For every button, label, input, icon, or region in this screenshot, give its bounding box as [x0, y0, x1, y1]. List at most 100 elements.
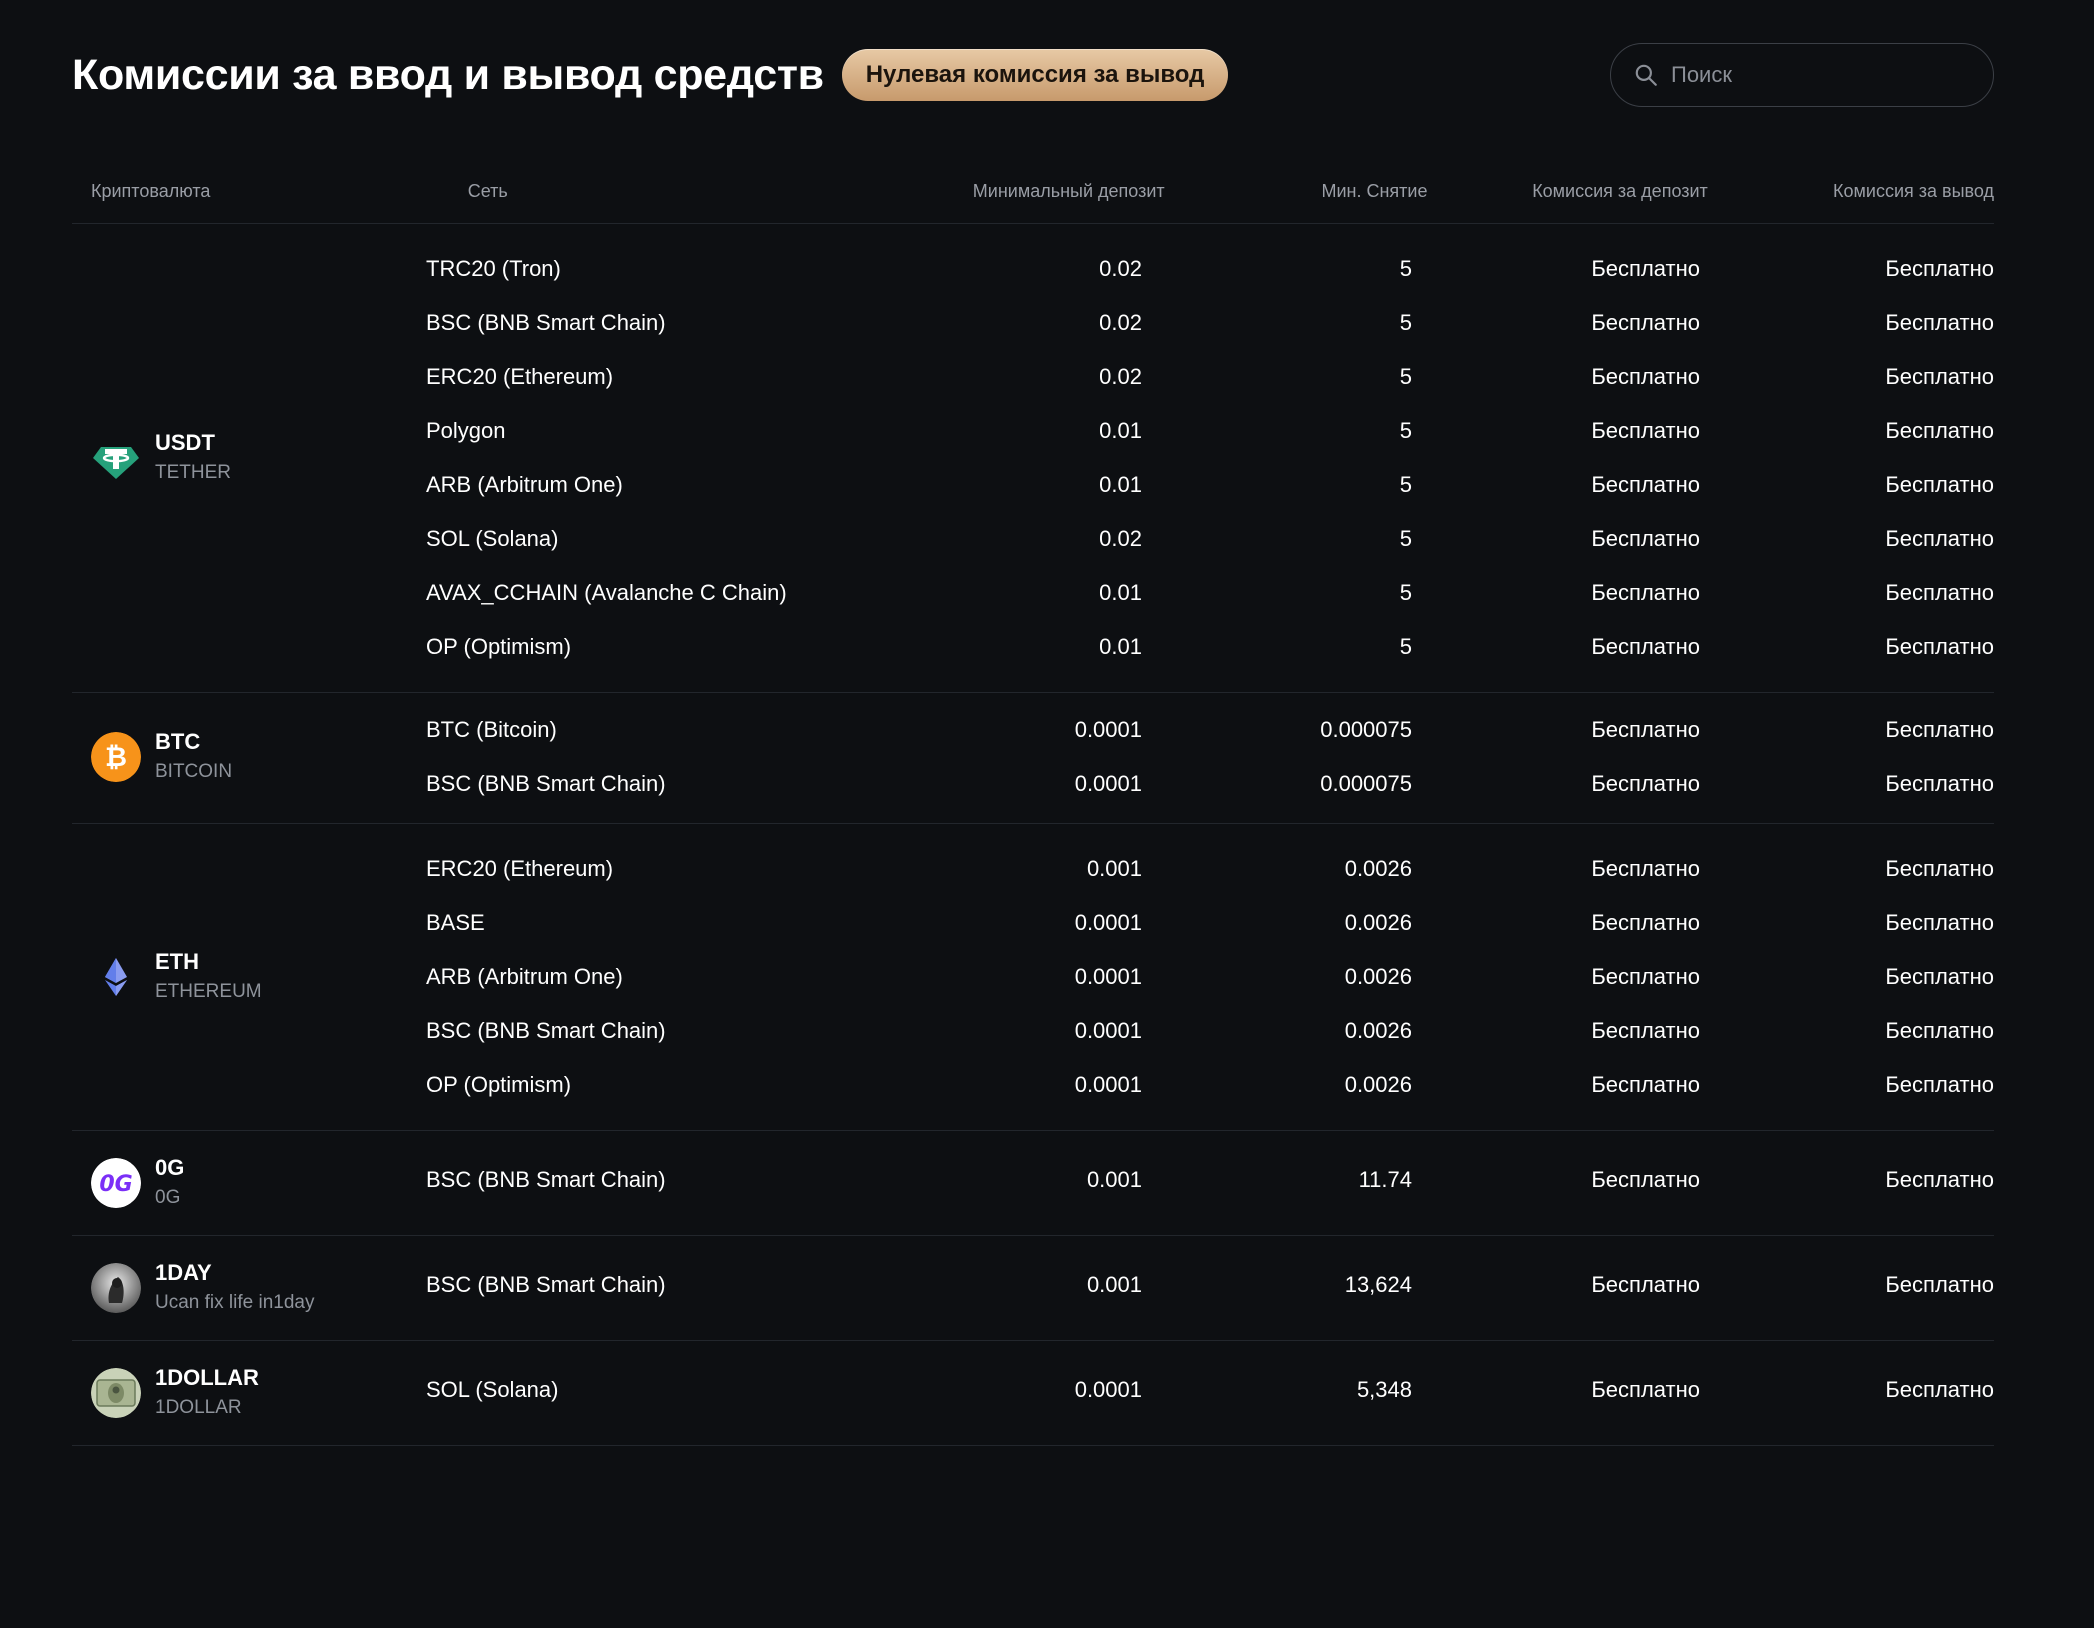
min-deposit-cell: 0.01: [1099, 472, 1142, 497]
asset-symbol: BTC: [155, 729, 201, 754]
dollar-bill-icon: [91, 1368, 141, 1418]
deposit-fee-cell: Бесплатно: [1591, 256, 1700, 281]
tether-icon: [91, 433, 141, 483]
min-withdraw-cell: 5: [1399, 418, 1412, 443]
deposit-fee-cell: Бесплатно: [1591, 418, 1700, 443]
min-withdraw-cell: 0.000075: [1320, 717, 1412, 742]
network-cell: BSC (BNB Smart Chain): [426, 1167, 666, 1192]
table-row: OP (Optimism) 0.0001 0.0026 Бесплатно Беспла…: [426, 1058, 1994, 1112]
withdraw-fee-cell: Бесплатно: [1885, 964, 1994, 989]
oneday-icon: [91, 1263, 141, 1313]
deposit-fee-cell: Бесплатно: [1591, 717, 1700, 742]
withdraw-fee-cell: Бесплатно: [1885, 580, 1994, 605]
table-header: Криптовалюта Сеть Минимальный депозит Ми…: [72, 160, 1994, 224]
network-cell: ARB (Arbitrum One): [426, 472, 623, 497]
network-cell: BSC (BNB Smart Chain): [426, 1272, 666, 1297]
asset-cell[interactable]: 0G 0G 0G: [72, 1153, 426, 1213]
table-row: BSC (BNB Smart Chain) 0.0001 0.0026 Бесплат…: [426, 1004, 1994, 1058]
asset-group: 1DAY Ucan fix life in1day BSC (BNB Smart C…: [72, 1236, 1994, 1341]
asset-cell[interactable]: USDT TETHER: [72, 242, 426, 674]
network-cell: SOL (Solana): [426, 1377, 559, 1402]
deposit-fee-cell: Бесплатно: [1591, 1072, 1700, 1097]
withdraw-fee-cell: Бесплатно: [1885, 771, 1994, 796]
withdraw-fee-cell: Бесплатно: [1885, 634, 1994, 659]
withdraw-fee-cell: Бесплатно: [1885, 310, 1994, 335]
svg-text:0G: 0G: [99, 1172, 132, 1197]
network-cell: BSC (BNB Smart Chain): [426, 310, 666, 335]
withdraw-fee-cell: Бесплатно: [1885, 1167, 1994, 1192]
table-row: BSC (BNB Smart Chain) 0.0001 0.000075 Беспл…: [426, 757, 1994, 811]
table-row: BTC (Bitcoin) 0.0001 0.000075 Бесплатно Бесп…: [426, 703, 1994, 757]
min-withdraw-cell: 5: [1399, 364, 1412, 389]
column-header-deposit-fee[interactable]: Комиссия за депозит: [1427, 181, 1708, 202]
table-row: ARB (Arbitrum One) 0.01 5 Бесплатно Бесплатн…: [426, 458, 1994, 512]
deposit-fee-cell: Бесплатно: [1591, 472, 1700, 497]
withdraw-fee-cell: Бесплатно: [1885, 1377, 1994, 1402]
min-withdraw-cell: 5: [1399, 526, 1412, 551]
column-header-crypto[interactable]: Криптовалюта: [72, 181, 468, 202]
fees-page: Комиссии за ввод и вывод средств Нулевая…: [0, 0, 2094, 1628]
asset-name: 1DOLLAR: [155, 1397, 242, 1418]
min-deposit-cell: 0.01: [1099, 580, 1142, 605]
network-cell: ERC20 (Ethereum): [426, 856, 614, 881]
column-header-min-withdraw[interactable]: Мин. Снятие: [1165, 181, 1427, 202]
asset-cell[interactable]: ₿ BTC BITCOIN: [72, 703, 426, 811]
deposit-fee-cell: Бесплатно: [1591, 771, 1700, 796]
table-row: BSC (BNB Smart Chain) 0.02 5 Бесплатно Беспл…: [426, 296, 1994, 350]
deposit-fee-cell: Бесплатно: [1591, 964, 1700, 989]
table-row: ERC20 (Ethereum) 0.02 5 Бесплатно Бесплатно: [426, 350, 1994, 404]
min-deposit-cell: 0.02: [1099, 310, 1142, 335]
asset-text: 1DAY Ucan fix life in1day: [155, 1258, 314, 1318]
zero-withdraw-fee-badge[interactable]: Нулевая комиссия за вывод: [841, 49, 1229, 101]
withdraw-fee-cell: Бесплатно: [1885, 717, 1994, 742]
min-deposit-cell: 0.0001: [1074, 771, 1142, 796]
network-cell: OP (Optimism): [426, 634, 572, 659]
withdraw-fee-cell: Бесплатно: [1885, 526, 1994, 551]
withdraw-fee-cell: Бесплатно: [1885, 1018, 1994, 1043]
withdraw-fee-cell: Бесплатно: [1885, 472, 1994, 497]
asset-symbol: 0G: [155, 1155, 185, 1180]
asset-group: 1DOLLAR 1DOLLAR SOL (Solana) 0.0001 5,348 Бес…: [72, 1341, 1994, 1446]
asset-group: ₿ BTC BITCOIN BTC (Bitcoin) 0.0001 0.000075 Б…: [72, 693, 1994, 824]
network-rows: SOL (Solana) 0.0001 5,348 Бесплатно Бесплатн…: [426, 1363, 1994, 1423]
min-withdraw-cell: 5: [1399, 472, 1412, 497]
network-cell: ERC20 (Ethereum): [426, 364, 614, 389]
min-deposit-cell: 0.02: [1099, 526, 1142, 551]
ethereum-icon: [91, 952, 141, 1002]
deposit-fee-cell: Бесплатно: [1591, 1377, 1700, 1402]
column-header-network[interactable]: Сеть: [468, 181, 760, 202]
asset-cell[interactable]: ETH ETHEREUM: [72, 842, 426, 1112]
withdraw-fee-cell: Бесплатно: [1885, 364, 1994, 389]
min-withdraw-cell: 0.000075: [1320, 771, 1412, 796]
min-deposit-cell: 0.0001: [1074, 964, 1142, 989]
withdraw-fee-cell: Бесплатно: [1885, 1272, 1994, 1297]
min-deposit-cell: 0.001: [1086, 1272, 1142, 1297]
table-row: BSC (BNB Smart Chain) 0.001 13,624 Бесплатн…: [426, 1258, 1994, 1312]
column-header-min-deposit[interactable]: Минимальный депозит: [760, 181, 1165, 202]
table-row: Polygon 0.01 5 Бесплатно Бесплатно: [426, 404, 1994, 458]
asset-text: 0G 0G: [155, 1153, 184, 1213]
fees-table: Криптовалюта Сеть Минимальный депозит Ми…: [72, 160, 1994, 1446]
network-cell: BASE: [426, 910, 485, 935]
search-icon: [1635, 64, 1657, 86]
search-input[interactable]: [1671, 62, 1971, 88]
min-deposit-cell: 0.001: [1086, 1167, 1142, 1192]
asset-cell[interactable]: 1DAY Ucan fix life in1day: [72, 1258, 426, 1318]
asset-symbol: USDT: [155, 430, 215, 455]
column-header-withdraw-fee[interactable]: Комиссия за вывод: [1708, 181, 1994, 202]
asset-text: BTC BITCOIN: [155, 727, 232, 787]
asset-name: ETHEREUM: [155, 981, 262, 1002]
min-deposit-cell: 0.01: [1099, 634, 1142, 659]
asset-name: BITCOIN: [155, 761, 233, 782]
deposit-fee-cell: Бесплатно: [1591, 364, 1700, 389]
deposit-fee-cell: Бесплатно: [1591, 310, 1700, 335]
deposit-fee-cell: Бесплатно: [1591, 580, 1700, 605]
asset-group: 0G 0G 0G BSC (BNB Smart Chain) 0.001 11.74 Бе…: [72, 1131, 1994, 1236]
network-cell: AVAX_CCHAIN (Avalanche C Chain): [426, 580, 787, 605]
deposit-fee-cell: Бесплатно: [1591, 856, 1700, 881]
asset-symbol: 1DOLLAR: [155, 1365, 259, 1390]
search-box[interactable]: [1610, 43, 1994, 107]
table-row: SOL (Solana) 0.02 5 Бесплатно Бесплатно: [426, 512, 1994, 566]
asset-cell[interactable]: 1DOLLAR 1DOLLAR: [72, 1363, 426, 1423]
asset-name: Ucan fix life in1day: [155, 1292, 315, 1313]
